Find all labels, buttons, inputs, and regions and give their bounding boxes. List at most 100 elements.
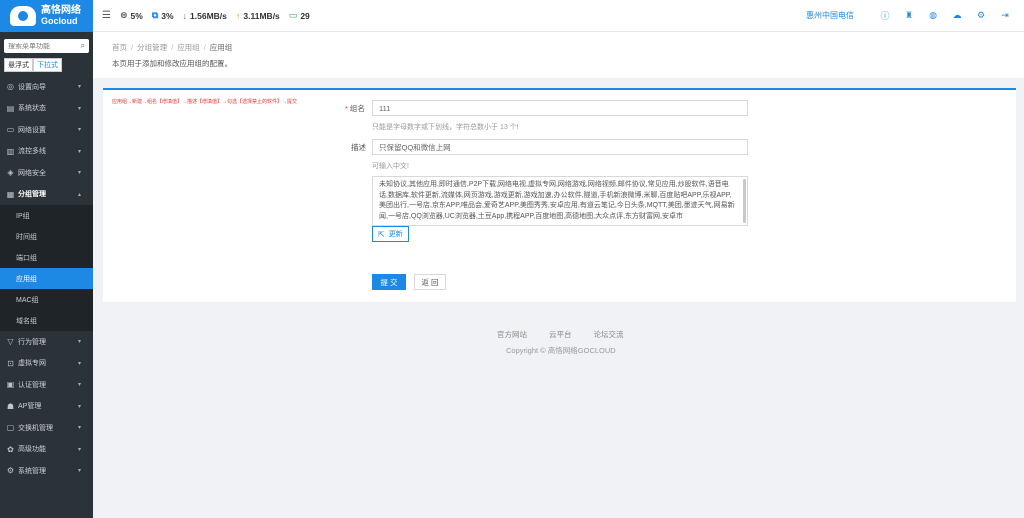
breadcrumb-current: 应用组 — [209, 43, 233, 52]
desc-help: 可输入中文! — [372, 163, 409, 170]
sidebar-item-advanced[interactable]: ✿ 高级功能 ▾ — [0, 439, 93, 461]
footer-link-forum[interactable]: 论坛交流 — [594, 329, 624, 340]
menu-toggle-icon[interactable]: ☰ — [102, 10, 111, 21]
isp-label[interactable]: 惠州中国电信 — [806, 10, 854, 21]
sidebar-item-label: 网络安全 — [18, 169, 46, 177]
cpu-stat: ⊜ 5% — [120, 10, 143, 21]
memory-stat: ⧉ 3% — [152, 10, 174, 21]
name-label: * 组名 — [345, 103, 365, 113]
sub-item-domain-group[interactable]: 域名组 — [0, 310, 93, 331]
desc-label: 描述 — [351, 142, 366, 152]
logout-icon[interactable]: ⇥ — [1000, 10, 1010, 21]
sidebar-item-ap-management[interactable]: ☗ AP管理 ▾ — [0, 396, 93, 418]
vpn-icon: ⊡ — [7, 358, 14, 368]
footer-link-cloud[interactable]: 云平台 — [549, 329, 572, 340]
chevron-down-icon: ▾ — [77, 105, 81, 112]
mode-dropdown-button[interactable]: 下拉式 — [33, 58, 62, 72]
sidebar-item-label: 交换机管理 — [18, 424, 53, 432]
sidebar-item-label: 网络设置 — [18, 126, 46, 134]
menu-search: ⌕ — [4, 39, 89, 53]
gear-icon: ⚙ — [6, 466, 15, 476]
globe-icon[interactable]: ◍ — [928, 10, 938, 21]
arrow-down-icon: ↓ — [182, 10, 188, 21]
sub-item-mac-group[interactable]: MAC组 — [0, 289, 93, 310]
sidebar-item-label: 行为管理 — [18, 338, 46, 346]
sidebar-item-system-status[interactable]: ▤ 系统状态 ▾ — [0, 98, 93, 120]
sidebar-item-system-management[interactable]: ⚙ 系统管理 ▾ — [0, 460, 93, 482]
online-stat: ▭ 29 — [289, 10, 310, 21]
sub-item-app-group[interactable]: 应用组 — [0, 268, 93, 289]
sidebar-item-vpn[interactable]: ⊡ 虚拟专网 ▾ — [0, 353, 93, 375]
breadcrumb-group-management[interactable]: 分组管理 — [137, 43, 167, 52]
back-button[interactable]: 返 回 — [414, 274, 446, 290]
sub-item-time-group[interactable]: 时间组 — [0, 226, 93, 247]
app-list-text: 未知协议,其他应用,即时通信,P2P下载,网络电视,虚拟专网,网络游戏,网络视频… — [379, 181, 735, 220]
sidebar-item-network-security[interactable]: ◈ 网络安全 ▾ — [0, 162, 93, 184]
sidebar-menu: ◎ 设置向导 ▾ ▤ 系统状态 ▾ ▭ 网络设置 ▾ ▥ 流控多线 ▾ ◈ 网络安全 ▾ ▦ 分组管理… — [0, 76, 93, 482]
update-button[interactable]: ⇱ 更新 — [372, 226, 409, 242]
sidebar-item-label: 分组管理 — [18, 191, 46, 199]
monitor-icon: ▭ — [6, 125, 15, 135]
info-icon[interactable]: ⓘ — [880, 9, 890, 22]
footer-link-official[interactable]: 官方网站 — [497, 329, 527, 340]
sidebar-item-label: AP管理 — [18, 403, 42, 411]
scrollbar[interactable] — [743, 179, 746, 223]
instruction-hint: 应用组→新建→组名【增填值】→描述【增填值】→勾选【选择禁止的软件】→提交 — [112, 99, 298, 105]
flow-icon: ▥ — [6, 146, 15, 156]
brand-name-en: Gocloud — [41, 15, 78, 26]
auth-icon: ▣ — [6, 380, 15, 390]
shield-icon: ◈ — [7, 168, 14, 178]
shirt-icon[interactable]: ♜ — [904, 10, 914, 21]
menu-search-input[interactable] — [8, 42, 76, 50]
search-icon[interactable]: ⌕ — [81, 41, 85, 51]
monitor-icon: ▭ — [288, 10, 298, 20]
submit-button[interactable]: 提 交 — [372, 274, 406, 290]
chevron-down-icon: ▾ — [77, 148, 81, 155]
page-description: 本页用于添加和修改应用组的配置。 — [112, 59, 232, 68]
chevron-down-icon: ▾ — [77, 170, 81, 177]
cpu-icon: ⊜ — [119, 10, 128, 20]
breadcrumb: 首页 / 分组管理 / 应用组 / 应用组 — [112, 43, 233, 52]
breadcrumb-app-group[interactable]: 应用组 — [177, 43, 200, 52]
sidebar-item-label: 虚拟专网 — [18, 360, 46, 368]
sidebar-item-label: 系统状态 — [18, 105, 46, 113]
chevron-down-icon: ▾ — [77, 127, 81, 134]
group-icon: ▦ — [6, 189, 15, 199]
sub-item-port-group[interactable]: 端口组 — [0, 247, 93, 268]
cloud-logo-icon — [10, 6, 36, 26]
sidebar: 高恪网络 Gocloud ⌕ 悬浮式 下拉式 ◎设置向导▾ ▤系统状态▾ ▭网络… — [0, 0, 93, 518]
sidebar-item-flow-control[interactable]: ▥ 流控多线 ▾ — [0, 141, 93, 163]
page-header: 首页 / 分组管理 / 应用组 / 应用组 本页用于添加和修改应用组的配置。 — [93, 32, 1024, 78]
sidebar-item-switch-management[interactable]: ▢ 交换机管理 ▾ — [0, 417, 93, 439]
breadcrumb-home[interactable]: 首页 — [112, 43, 127, 52]
cloud-upload-icon[interactable]: ☁ — [952, 10, 962, 21]
sidebar-item-behavior-management[interactable]: ▽ 行为管理 ▾ — [0, 331, 93, 353]
sidebar-item-label: 设置向导 — [18, 83, 46, 91]
chevron-down-icon: ▾ — [77, 360, 81, 367]
sidebar-item-auth-management[interactable]: ▣ 认证管理 ▾ — [0, 374, 93, 396]
download-value: 1.56MB/s — [190, 10, 227, 21]
sub-item-ip-group[interactable]: IP组 — [0, 205, 93, 226]
mode-hover-button[interactable]: 悬浮式 — [4, 58, 33, 72]
update-label: 更新 — [388, 231, 403, 238]
chevron-down-icon: ▾ — [77, 403, 81, 410]
ap-icon: ☗ — [6, 401, 15, 411]
sidebar-item-group-management[interactable]: ▦ 分组管理 ▴ — [0, 184, 93, 206]
sidebar-item-label: 流控多线 — [18, 148, 46, 156]
sidebar-item-setup-wizard[interactable]: ◎ 设置向导 ▾ — [0, 76, 93, 98]
download-stat: ↓ 1.56MB/s — [183, 11, 227, 21]
online-count: 29 — [300, 10, 310, 21]
name-input[interactable]: 111 — [372, 100, 748, 116]
desc-row: 描述 只保留QQ和微信上网 — [351, 139, 748, 155]
app-list-textarea[interactable]: 未知协议,其他应用,即时通信,P2P下载,网络电视,虚拟专网,网络游戏,网络视频… — [372, 176, 748, 226]
top-right-tools: 惠州中国电信 ⓘ ♜ ◍ ☁ ⚙ ⇥ — [806, 9, 1010, 22]
form-card: 应用组→新建→组名【增填值】→描述【增填值】→勾选【选择禁止的软件】→提交 * 组… — [103, 88, 1016, 302]
brand-logo[interactable]: 高恪网络 Gocloud — [0, 0, 93, 32]
edit-icon: ⇱ — [378, 229, 385, 239]
gear-icon[interactable]: ⚙ — [976, 10, 986, 21]
top-bar: ☰ ⊜ 5% ⧉ 3% ↓ 1.56MB/s ↑ 3.11MB/s ▭ 29 惠州中国电信… — [93, 0, 1024, 32]
desc-input[interactable]: 只保留QQ和微信上网 — [372, 139, 748, 155]
sidebar-item-network-settings[interactable]: ▭ 网络设置 ▾ — [0, 119, 93, 141]
memory-icon: ⧉ — [151, 10, 159, 20]
chevron-up-icon: ▴ — [77, 191, 81, 198]
